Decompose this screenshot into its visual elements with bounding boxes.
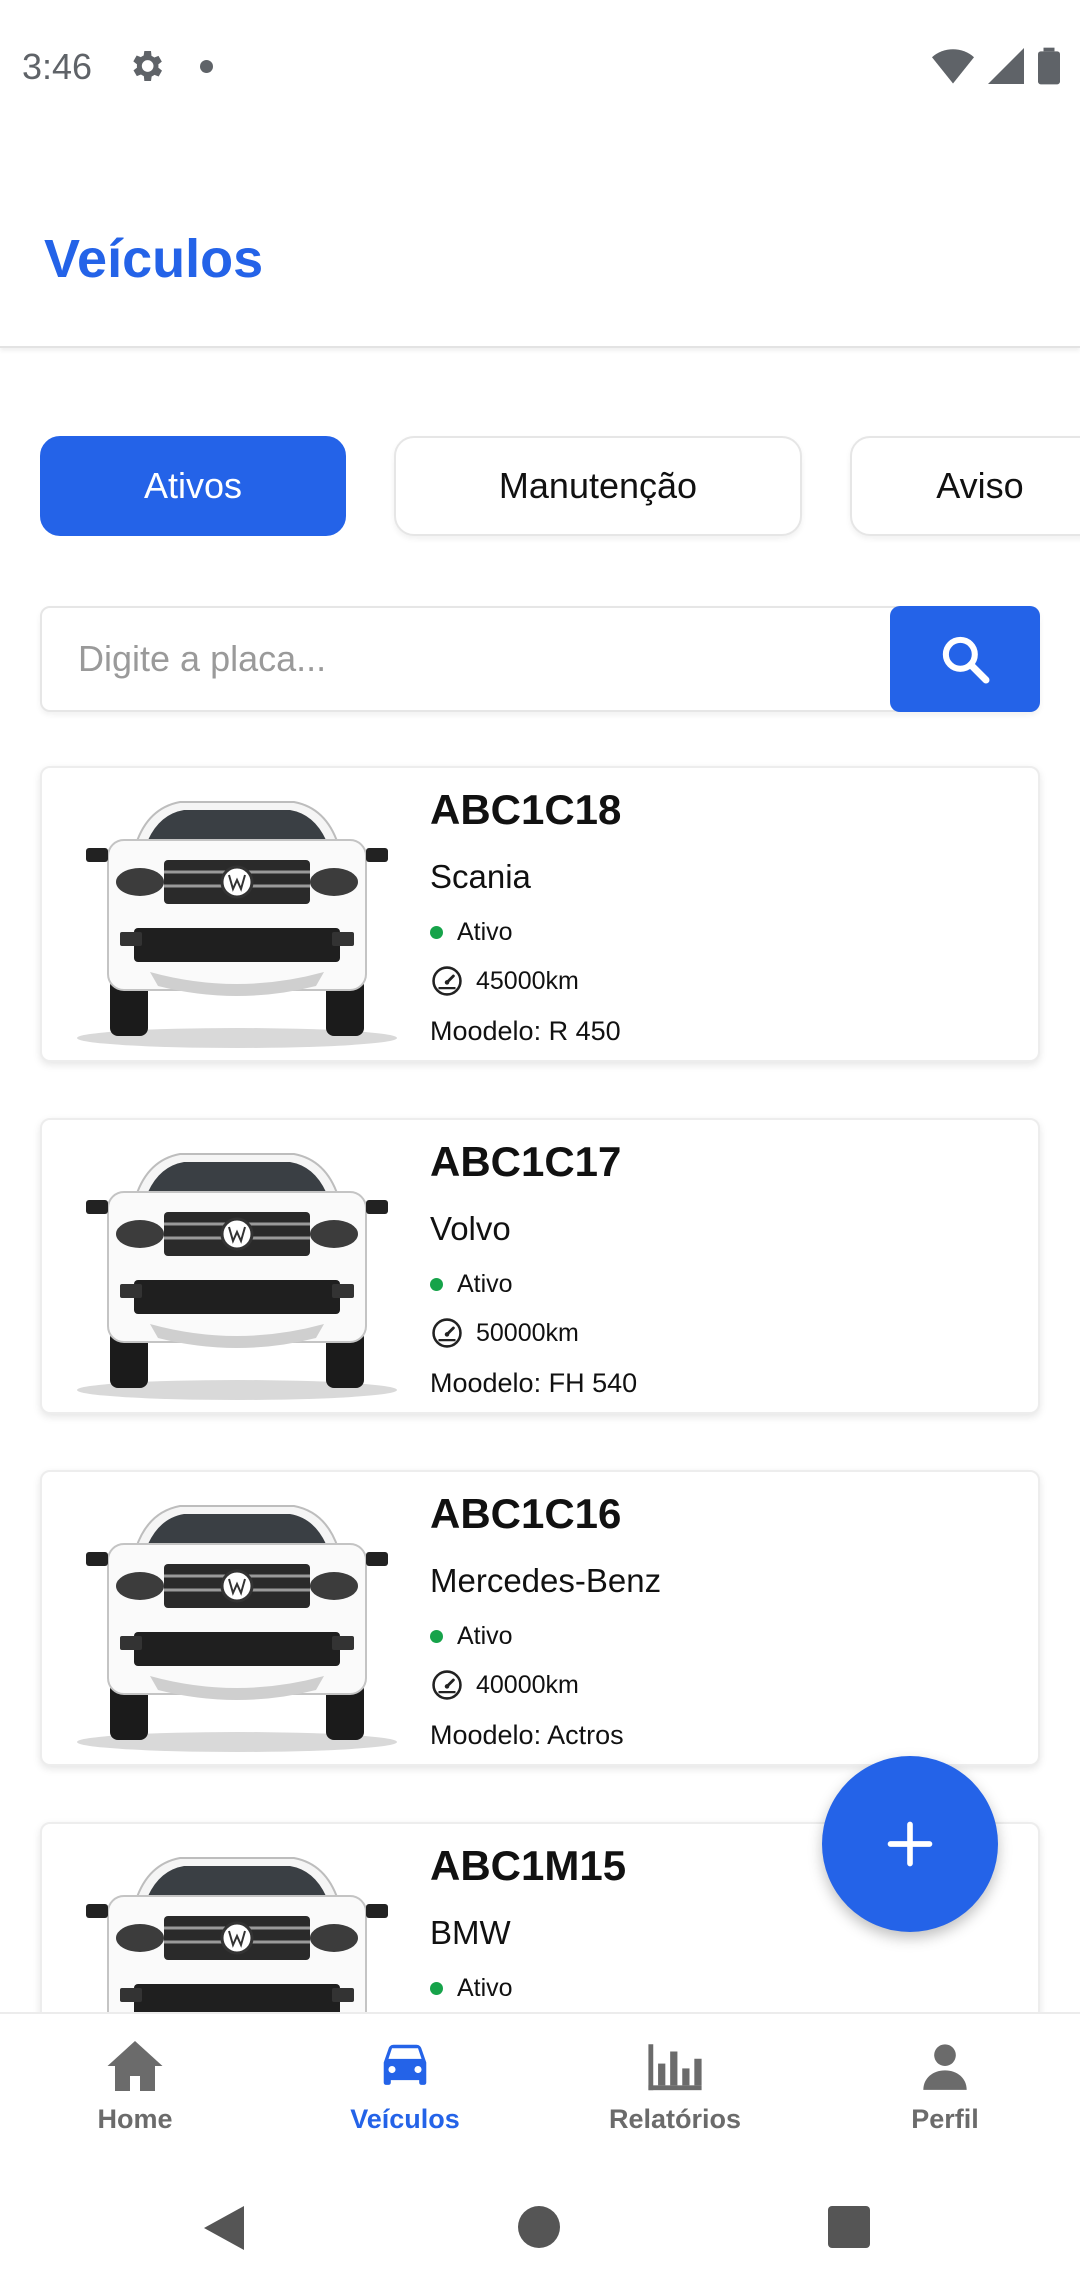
page-title: Veículos: [44, 229, 264, 289]
nav-item-perfil[interactable]: Perfil: [810, 2014, 1080, 2178]
recents-square-icon[interactable]: [828, 2206, 870, 2248]
system-navigation-bar: [0, 2176, 1080, 2280]
search-icon: [942, 636, 990, 684]
status-time: 3:46: [22, 46, 93, 87]
search-button[interactable]: [890, 606, 1040, 712]
home-icon: [107, 2041, 163, 2091]
signal-icon: [988, 48, 1024, 84]
speedometer-icon: [432, 966, 462, 996]
bar-chart-icon: [648, 2044, 702, 2091]
tab-label: Manutenção: [498, 465, 698, 506]
nav-item-relatorios[interactable]: Relatórios: [540, 2014, 810, 2178]
status-text: Ativo: [457, 918, 513, 946]
battery-icon: [1038, 47, 1060, 85]
vehicle-brand: Mercedes-Benz: [430, 1562, 662, 1599]
status-dot-icon: [430, 1982, 443, 1995]
tab-ativos[interactable]: Ativos: [40, 436, 346, 536]
nav-label: Perfil: [911, 2104, 979, 2134]
status-text: Ativo: [457, 1270, 513, 1298]
app-bar: Veículos: [0, 136, 1080, 348]
tab-manutencao[interactable]: Manutenção: [394, 436, 802, 536]
back-icon[interactable]: [204, 2206, 244, 2250]
speedometer-icon: [432, 1318, 462, 1348]
speedometer-icon: [432, 1670, 462, 1700]
status-bar: 3:46: [0, 0, 1080, 136]
nav-item-veiculos[interactable]: Veículos: [270, 2014, 540, 2178]
vehicle-model: Moodelo: FH 540: [430, 1368, 638, 1398]
vehicle-card[interactable]: ABC1C16 Mercedes-Benz Ativo 40000km Mood…: [40, 1470, 1040, 1766]
vehicle-brand: BMW: [430, 1914, 511, 1951]
mileage-text: 40000km: [476, 1670, 579, 1699]
filter-tabs: Ativos Manutenção Aviso: [0, 436, 1080, 536]
vehicle-plate: ABC1C18: [430, 786, 622, 833]
vehicle-plate: ABC1M15: [430, 1842, 627, 1889]
person-icon: [923, 2044, 967, 2090]
vehicle-mileage: 50000km: [430, 1316, 579, 1350]
status-dot-icon: [430, 1630, 443, 1643]
vehicle-photo: [77, 1153, 397, 1400]
wifi-icon: [932, 49, 974, 84]
tab-aviso[interactable]: Aviso: [850, 436, 1080, 536]
vehicle-plate: ABC1C17: [430, 1138, 622, 1185]
nav-label: Relatórios: [608, 2104, 742, 2134]
nav-label: Veículos: [350, 2104, 460, 2134]
status-text: Ativo: [457, 1974, 513, 2002]
vehicle-model: Moodelo: R 450: [430, 1016, 621, 1046]
status-icons: [932, 44, 1060, 88]
tab-label: Ativos: [143, 465, 243, 506]
bottom-navigation: Home Veículos Relatórios Perfil: [0, 2012, 1080, 2176]
mileage-text: 45000km: [476, 966, 579, 995]
status-dot-icon: [430, 1278, 443, 1291]
plate-search-input[interactable]: [78, 608, 898, 710]
app-screen: 3:46 Veículos Ativos Manutenção Aviso Di…: [0, 0, 1080, 2280]
car-icon: [383, 2044, 427, 2085]
vehicle-photo: [77, 801, 397, 1048]
add-vehicle-button[interactable]: [822, 1756, 998, 1932]
vehicle-status: Ativo: [430, 1974, 513, 2003]
vehicle-card[interactable]: ABC1C18 Scania Ativo 45000km Moodelo: R …: [40, 766, 1040, 1062]
search-bar: [40, 606, 1040, 712]
vehicle-mileage: 40000km: [430, 1668, 579, 1702]
vehicle-model: Moodelo: Actros: [430, 1720, 624, 1750]
settings-gear-icon: [133, 51, 162, 81]
vehicle-status: Ativo: [430, 918, 513, 947]
vehicle-plate: ABC1C16: [430, 1490, 622, 1537]
vehicle-brand: Scania: [430, 858, 531, 895]
vehicle-status: Ativo: [430, 1270, 513, 1299]
vehicle-brand: Volvo: [430, 1210, 511, 1247]
vehicle-card[interactable]: ABC1C17 Volvo Ativo 50000km Moodelo: FH …: [40, 1118, 1040, 1414]
notification-dot-icon: [200, 60, 213, 73]
vehicle-status: Ativo: [430, 1622, 513, 1651]
vehicle-photo: [77, 1505, 397, 1752]
nav-item-home[interactable]: Home: [0, 2014, 270, 2178]
mileage-text: 50000km: [476, 1318, 579, 1347]
vehicle-mileage: 45000km: [430, 964, 579, 998]
home-circle-icon[interactable]: [518, 2206, 560, 2248]
nav-label: Home: [97, 2104, 173, 2134]
tab-label: Aviso: [936, 465, 1024, 506]
status-dot-icon: [430, 926, 443, 939]
status-text: Ativo: [457, 1622, 513, 1650]
plus-icon: [887, 1821, 933, 1867]
